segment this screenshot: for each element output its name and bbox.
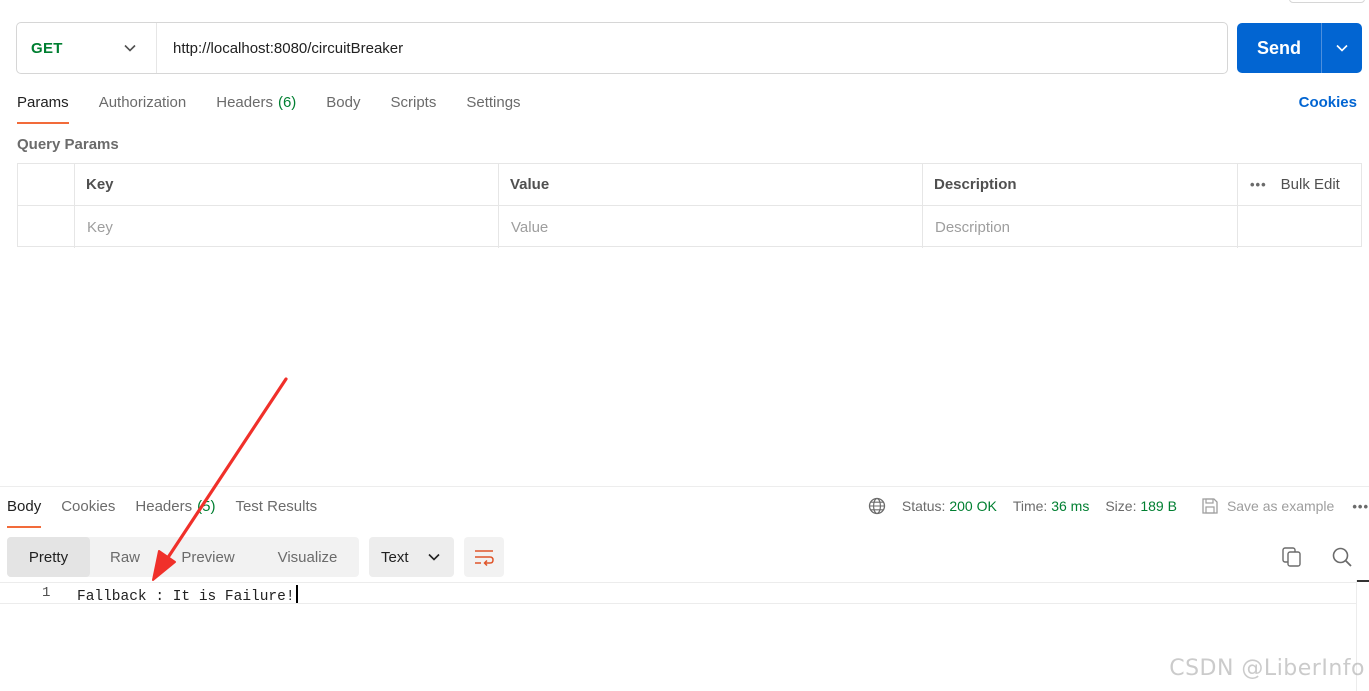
chevron-down-icon (428, 553, 440, 561)
view-mode-switch: Pretty Raw Preview Visualize (7, 537, 359, 577)
top-edge-button (1289, 0, 1365, 3)
bulk-edit-button[interactable]: ••• Bulk Edit (1250, 176, 1340, 193)
headers-count: (6) (277, 94, 297, 111)
tab-label: Scripts (390, 94, 437, 111)
more-icon: ••• (1250, 177, 1267, 192)
tab-label: Settings (466, 94, 521, 111)
response-tab-body[interactable]: Body (7, 494, 42, 528)
view-mode-pretty[interactable]: Pretty (7, 537, 90, 577)
response-body-editor[interactable]: Fallback : It is Failure! (77, 585, 298, 605)
column-header-key: Key (75, 164, 499, 205)
tab-label: Headers (135, 498, 193, 515)
status-value: 200 OK (949, 498, 997, 514)
view-mode-raw[interactable]: Raw (90, 537, 160, 577)
request-tabs: Params Authorization Headers (6) Body Scr… (17, 90, 551, 124)
send-button-group: Send (1237, 23, 1362, 73)
bulk-edit-label: Bulk Edit (1280, 176, 1340, 193)
save-as-example-button[interactable]: Save as example (1201, 497, 1334, 515)
cookies-link[interactable]: Cookies (1299, 94, 1357, 111)
response-tab-headers[interactable]: Headers (5) (135, 494, 215, 528)
size-info[interactable]: Size: 189 B (1105, 498, 1177, 514)
headers-count: (5) (197, 498, 216, 515)
send-button[interactable]: Send (1237, 23, 1321, 73)
line-number: 1 (42, 585, 51, 601)
params-table: Key Value Description ••• Bulk Edit (17, 163, 1362, 248)
time-label: Time: (1012, 498, 1048, 514)
view-mode-visualize[interactable]: Visualize (256, 537, 359, 577)
table-header-row: Key Value Description ••• Bulk Edit (18, 164, 1361, 206)
value-cell (499, 206, 923, 248)
tab-label: Headers (216, 94, 273, 111)
status-label: Status: (901, 498, 946, 514)
response-tab-test-results[interactable]: Test Results (235, 494, 317, 528)
bulk-edit-cell: ••• Bulk Edit (1238, 164, 1361, 205)
checkbox-column (18, 164, 75, 205)
key-cell (75, 206, 499, 248)
format-select[interactable]: Text (369, 537, 454, 577)
query-params-title: Query Params (17, 136, 119, 153)
column-header-description: Description (923, 164, 1238, 205)
response-meta: Status: 200 OK Time: 36 ms Size: 189 B S… (868, 497, 1369, 515)
time-info[interactable]: Time: 36 ms (1013, 498, 1090, 514)
size-value: 189 B (1140, 498, 1177, 514)
tab-label: Test Results (235, 498, 318, 515)
response-tabs: Body Cookies Headers (5) Test Results (7, 494, 337, 528)
globe-icon[interactable] (868, 497, 886, 515)
send-options-button[interactable] (1322, 23, 1362, 73)
status-info[interactable]: Status: 200 OK (902, 498, 997, 514)
tab-authorization[interactable]: Authorization (99, 90, 187, 124)
copy-icon[interactable] (1280, 545, 1304, 569)
save-icon (1202, 498, 1218, 514)
wrap-lines-button[interactable] (464, 537, 504, 577)
response-tab-cookies[interactable]: Cookies (61, 494, 115, 528)
text-cursor (295, 585, 298, 603)
tab-settings[interactable]: Settings (466, 90, 520, 124)
tab-label: Authorization (98, 94, 187, 111)
watermark: CSDN @LiberInfo (1169, 656, 1365, 681)
chevron-down-icon (1336, 44, 1348, 52)
save-as-example-label: Save as example (1226, 498, 1335, 514)
more-icon[interactable]: ••• (1352, 499, 1369, 514)
url-bar: GET (16, 22, 1228, 74)
search-icon[interactable] (1330, 545, 1354, 569)
tab-label: Body (326, 94, 361, 111)
size-label: Size: (1105, 498, 1137, 514)
tab-label: Cookies (61, 498, 116, 515)
key-input[interactable] (86, 218, 498, 236)
view-mode-preview[interactable]: Preview (160, 537, 256, 577)
time-value: 36 ms (1051, 498, 1090, 514)
chevron-down-icon (124, 44, 136, 52)
url-input[interactable] (157, 23, 1227, 73)
wrap-icon (475, 550, 494, 566)
table-row (18, 206, 1361, 248)
tab-body[interactable]: Body (326, 90, 360, 124)
description-input[interactable] (934, 218, 1237, 236)
column-header-value: Value (499, 164, 923, 205)
response-body-text: Fallback : It is Failure! (77, 589, 295, 605)
method-select[interactable]: GET (17, 23, 157, 73)
tab-params[interactable]: Params (17, 90, 69, 124)
method-label: GET (31, 39, 63, 57)
response-divider[interactable] (0, 486, 1369, 487)
tab-headers[interactable]: Headers (6) (216, 90, 296, 124)
empty-cell (1238, 206, 1361, 248)
row-checkbox-cell (18, 206, 75, 248)
tab-scripts[interactable]: Scripts (391, 90, 437, 124)
format-label: Text (381, 548, 409, 566)
tab-label: Body (7, 498, 42, 515)
tab-label: Params (17, 94, 69, 111)
value-input[interactable] (510, 218, 922, 236)
description-cell (923, 206, 1238, 248)
